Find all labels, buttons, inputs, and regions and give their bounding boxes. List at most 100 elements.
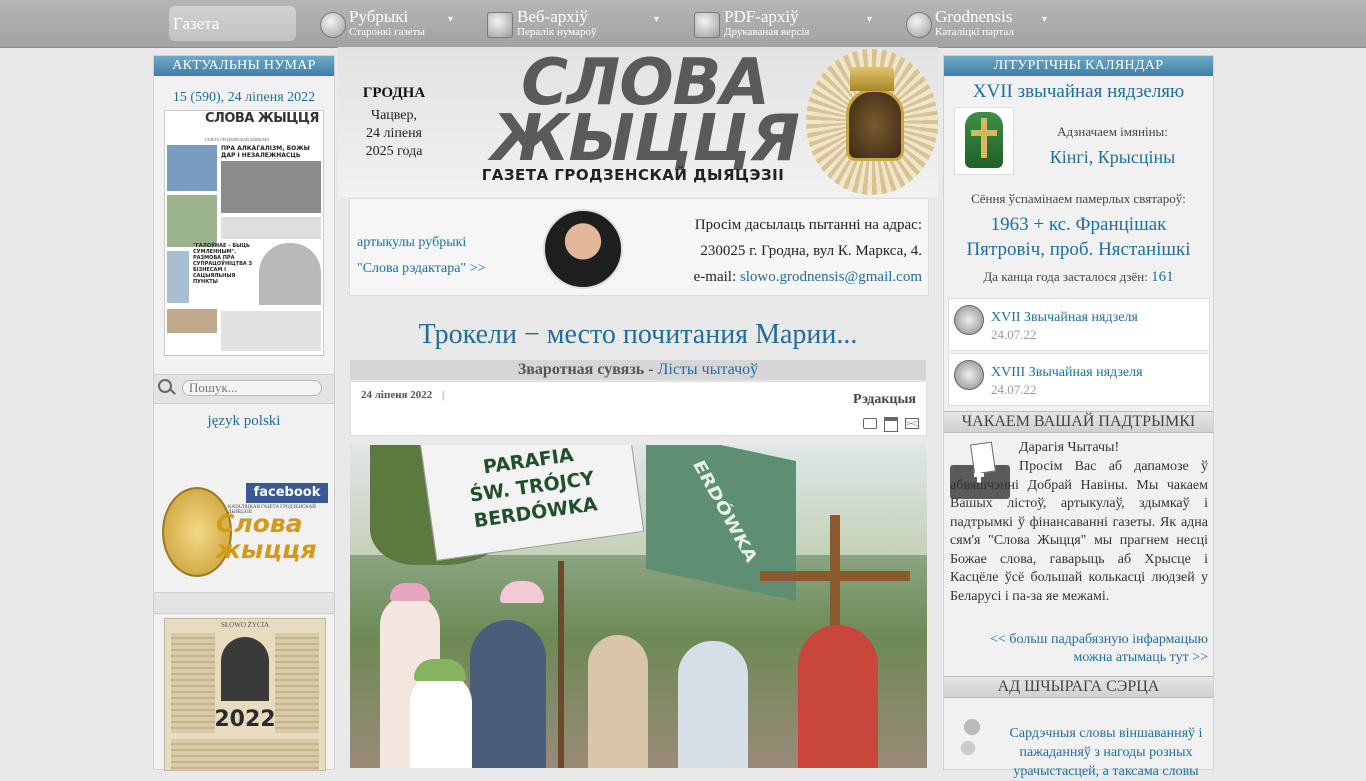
article-meta: 24 ліпеня 2022 | Рэдакцыя [350,381,927,436]
vestment-cross [981,118,987,158]
editor-avatar [543,209,623,289]
thumb-photo [167,251,189,303]
liturgical-calendar-header: ЛІТУРГІЧНЫ КАЛЯНДАР [944,56,1213,76]
thumb-photo [167,145,217,191]
thumb-headline-1: ПРА АЛКАГАЛІЗМ, БОЖЫ ДАР І НЕЗАЛЕЖНАСЦЬ [221,145,310,159]
article-title[interactable]: Трокели − место почитания Марии... [338,319,938,351]
polish-language-link[interactable]: język polski [154,413,334,430]
current-issue-link[interactable]: 15 (590), 24 ліпеня 2022 [154,90,334,106]
pink-hat [390,583,430,601]
masthead: ГРОДНА Чацвер, 24 ліпеня 2025 года СЛОВА… [338,47,938,197]
year: 2025 года [365,144,423,159]
homily-item[interactable]: XVIII Звычайная нядзеля 24.07.22 [948,353,1210,406]
crown-icon [850,67,894,91]
thumb-church-photo [167,309,217,333]
divider [154,592,334,614]
contact-address-block: Просім дасылаць пытанні на адрас: 230025… [694,212,922,290]
meta-separator: | [442,389,445,401]
chevron-down-icon: ▼ [865,14,874,24]
print-icon[interactable] [884,417,898,432]
address-label: Просім дасылаць пытанні на адрас: [694,217,922,233]
person [588,635,648,768]
thumb-crowd-photo [221,161,321,213]
homily-title[interactable]: XVIII Звычайная нядзеля [991,365,1143,381]
calendar-months [171,739,319,770]
category-separator: - [648,361,654,378]
greetings-text[interactable]: Сардэчныя словы віншаванняў і пажаданняў… [1006,724,1206,781]
nav-pdf-archive-title: PDF-архіў [724,7,799,26]
search-input[interactable] [182,380,322,396]
days-left: Да канца года засталося дзён: 161 [944,269,1213,286]
person [410,673,472,768]
thumb-headline-2: "ГАЛОЎНАЕ – БЫЦЬ СУМЛЕННЫМ". РАЗМОВА ПРА… [193,243,253,285]
wall-calendar-2022[interactable]: SŁOWO ŻYCIA 2022 [164,618,326,771]
homily-title[interactable]: XVII Звычайная нядзеля [991,310,1138,326]
support-greeting: Дарагія Чытачы! [1019,440,1120,455]
email-label: e-mail: [693,269,737,285]
article-author: Рэдакцыя [853,392,916,407]
facebook-banner[interactable]: facebook КАТАЛІЦКАЯ ГАЗЕТА ГРОДЗЕНСКАЙ Д… [162,481,328,577]
nav-gazeta-tab[interactable]: Газета [169,6,296,41]
person [470,620,546,768]
heart-header: АД ШЧЫРАГА СЭРЦА [944,676,1213,698]
sign-pole [558,561,564,768]
email-icon[interactable] [905,418,919,429]
sign-text: PARAFIA ŚW. TRÓJCY BERDÓWKA [424,445,641,540]
thumb-subtitle: ГАЗЕТА ГРОДЗЕНСКАЙ ДЫЯЦЭЗІІ [205,137,269,142]
nav-web-archive-title: Веб-архіў [517,7,588,26]
search-icon-handle [170,389,176,395]
deceased-label: Сёння ўспамінаем памерлых святароў: [971,191,1186,206]
weekday: Чацвер, [370,108,418,123]
person [678,641,748,768]
nav-grodnensis[interactable]: Grodnensis Каталіцкі партал ▼ [905,6,1055,42]
current-issue-header: АКТУАЛЬНЫ НУМАР [154,56,334,76]
top-navigation: Газета Рубрыкі Старонкі газеты ▼ Веб-арх… [0,0,1366,48]
calendar-portrait [221,637,269,701]
nav-pdf-archive[interactable]: PDF-архіў Друкаваная версія ▼ [693,6,878,42]
globe-icon [906,12,932,38]
sunday-title[interactable]: XVII звычайная нядзеляю [944,81,1213,103]
flowers-icon [952,706,992,766]
logo-title[interactable]: СЛОВА ЖЫЦЦЯ [480,51,810,171]
editor-word-link[interactable]: "Слова рэдактара" >> [357,261,486,277]
current-issue-cover[interactable]: СЛОВА ЖЫЦЦЯ ГАЗЕТА ГРОДЗЕНСКАЙ ДЫЯЦЭЗІІ … [164,110,324,356]
support-link-line-1: << больш падрабязную інфармацыю [990,632,1208,647]
nav-grodnensis-title: Grodnensis [935,7,1013,26]
person [798,625,878,768]
category-label[interactable]: Зваротная сувязь [518,361,644,378]
madonna-icon [806,49,938,195]
nav-rubryki[interactable]: Рубрыкі Старонкі газеты ▼ [318,6,458,42]
vestment-image [954,107,1014,175]
calendar-months [275,633,319,733]
email-link[interactable]: slowo.grodnensis@gmail.com [740,269,922,285]
calendar-title: SŁOWO ŻYCIA [220,621,270,629]
homily-item[interactable]: XVII Звычайная нядзеля 24.07.22 [948,298,1210,351]
main-content: ГРОДНА Чацвер, 24 ліпеня 2025 года СЛОВА… [338,47,938,768]
thumb-priest-photo [259,243,321,305]
support-header: ЧАКАЕМ ВАШАЙ ПАДТРЫМКІ [944,411,1213,433]
homily-icon [954,305,984,335]
calendar-year: 2022 [214,707,276,732]
chevron-down-icon: ▼ [652,14,661,24]
nav-web-archive[interactable]: Веб-архіў Пералік нумароў ▼ [486,6,666,42]
subcategory-link[interactable]: Лісты чытачоў [658,361,759,378]
fb-logo-text: Слова жыцця [216,509,317,564]
article-photo: PARAFIA ŚW. TRÓJCY BERDÓWKA ERDÓWKA [350,445,927,768]
nav-rubryki-title: Рубрыкі [349,7,409,26]
green-hat [414,659,466,681]
right-sidebar: ЛІТУРГІЧНЫ КАЛЯНДАР XVII звычайная нядзе… [943,55,1214,779]
postal-address: 230025 г. Гродна, вул К. Маркса, 4. [700,243,922,259]
search-bar [154,374,334,404]
current-date: Чацвер, 24 ліпеня 2025 года [338,107,450,161]
pink-cap [500,581,544,603]
comment-icon[interactable] [863,418,877,429]
nav-rubryki-sub: Старонкі газеты [349,26,425,38]
editor-articles-link[interactable]: артыкулы рубрыкі [357,235,466,251]
thumb-text-block [221,311,321,351]
support-link-line-2: можна атымаць тут >> [1073,650,1208,665]
namedays: Кінгі, Крысціны [1049,147,1176,167]
support-more-link[interactable]: << больш падрабязную інфармацыю можна ат… [990,631,1208,667]
rubryki-icon [320,12,346,38]
pdf-icon [694,12,720,38]
homily-date: 24.07.22 [991,382,1037,397]
